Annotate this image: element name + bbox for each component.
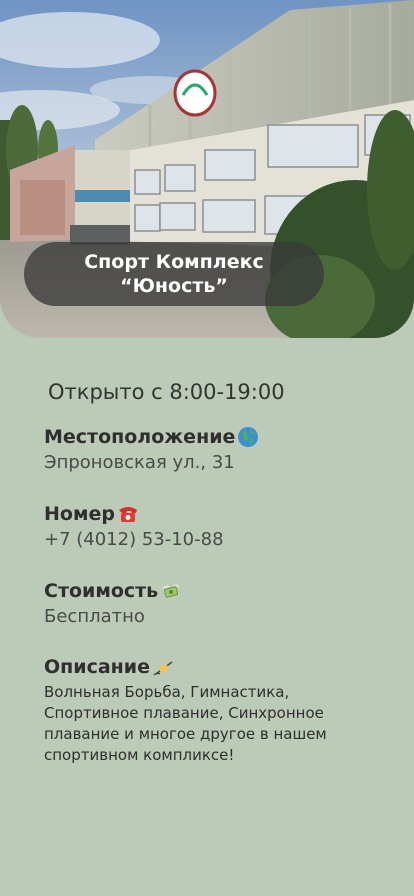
phone-section: Номер +7 (4012) 53-10-88	[44, 503, 384, 550]
price-value: Бесплатно	[44, 606, 145, 627]
price-label: Стоимость	[44, 580, 159, 602]
hero-image: Спорт Комплекс “Юность”	[0, 0, 414, 338]
money-wings-icon	[162, 584, 181, 598]
description-value: Волньная Борьба, Гимнастика, Спортивное …	[44, 683, 327, 764]
location-label: Местоположение	[44, 426, 236, 448]
telephone-icon	[118, 507, 137, 522]
writing-hand-icon	[153, 661, 173, 676]
description-section: Описание Волньная Борьба, Гимнастика, Сп…	[44, 656, 384, 766]
hero-title: Спорт Комплекс “Юность”	[24, 242, 324, 306]
location-value: Эпроновская ул., 31	[44, 452, 235, 473]
opening-hours: Открыто с 8:00-19:00	[48, 380, 285, 404]
phone-label: Номер	[44, 503, 115, 525]
price-section: Стоимость Бесплатно	[44, 580, 384, 627]
description-label: Описание	[44, 656, 151, 678]
phone-value[interactable]: +7 (4012) 53-10-88	[44, 529, 384, 550]
location-section: Местоположение Эпроновская ул., 31	[44, 426, 384, 473]
globe-icon	[238, 427, 259, 447]
